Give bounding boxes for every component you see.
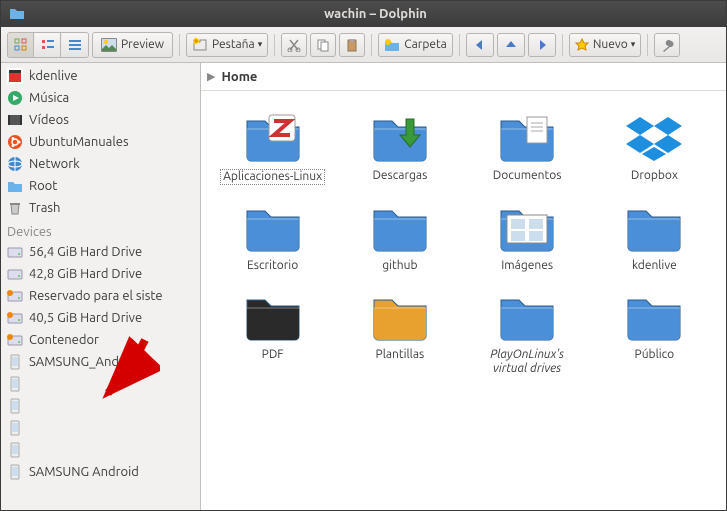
grid-item[interactable]: Escritorio [211,197,334,277]
grid-item-label: Público [635,348,675,362]
sidebar-device-item[interactable] [1,439,200,461]
compact-view-button[interactable] [35,33,61,57]
window-title: wachin – Dolphin [324,7,427,21]
sidebar-device-item[interactable]: 42,8 GiB Hard Drive [1,263,200,285]
sidebar-place-item[interactable]: Vídeos [1,109,200,131]
wrench-icon [660,38,674,52]
grid-item[interactable]: PlayOnLinux's virtual drives [466,286,589,381]
sidebar-device-item[interactable]: 56,4 GiB Hard Drive [1,241,200,263]
sidebar-item-label: Trash [29,201,60,215]
sidebar-device-item[interactable]: Reservado para el siste [1,285,200,307]
grid-item-label: Descargas [372,169,427,183]
grid-item[interactable]: Plantillas [338,286,461,381]
sidebar-device-item[interactable]: Contenedor [1,329,200,351]
toolbar: Preview Pestaña ▾ Carpeta Nuevo ▾ [1,27,726,63]
titlebar: wachin – Dolphin [1,1,726,27]
grid-item-label: PlayOnLinux's virtual drives [472,348,582,377]
details-view-button[interactable] [62,33,88,57]
breadcrumb[interactable]: ▶ Home [201,63,726,91]
preview-button[interactable]: Preview [92,32,173,58]
sidebar-device-item[interactable] [1,395,200,417]
sidebar-device-item[interactable] [1,373,200,395]
sidebar-item-label: Contenedor [29,333,99,347]
new-folder-button[interactable]: Carpeta [378,33,453,57]
sidebar-device-item[interactable]: SAMSUNG Android [1,461,200,483]
sidebar-item-label: Vídeos [29,113,69,127]
sidebar[interactable]: kdenlive Música Vídeos UbuntuManuales Networ… [1,63,201,510]
sidebar-item-label: 42,8 GiB Hard Drive [29,267,142,281]
star-icon [575,38,589,52]
grid-item-label: Documentos [493,169,562,183]
scissors-icon [287,38,301,52]
paste-icon [345,38,359,52]
sidebar-item-label: Música [29,91,69,105]
grid-item[interactable]: Documentos [466,107,589,189]
sidebar-place-item[interactable]: Network [1,153,200,175]
arrow-up-icon [503,38,519,52]
arrow-right-icon [534,38,550,52]
sidebar-item-label: SAMSUNG_Android [29,355,142,369]
icon-grid[interactable]: Aplicaciones-Linux Descargas Documentos D… [201,91,726,510]
sidebar-place-item[interactable]: UbuntuManuales [1,131,200,153]
sidebar-item-label: Network [29,157,80,171]
up-button[interactable] [497,33,525,57]
arrow-left-icon [472,38,488,52]
chevron-down-icon: ▾ [631,39,636,50]
copy-icon [316,38,330,52]
sidebar-device-item[interactable]: SAMSUNG_Android [1,351,200,373]
sidebar-place-item[interactable]: Trash [1,197,200,219]
view-mode-group [7,32,89,58]
sidebar-place-item[interactable]: Root [1,175,200,197]
folder-icon [384,38,400,52]
grid-item[interactable]: Descargas [338,107,461,189]
sidebar-place-item[interactable]: Música [1,87,200,109]
menu-button[interactable] [654,33,680,57]
sidebar-item-label: kdenlive [29,69,78,83]
grid-item[interactable]: Dropbox [593,107,716,189]
sidebar-item-label: Reservado para el siste [29,289,163,303]
tab-icon [192,38,208,52]
paste-button[interactable] [339,33,365,57]
breadcrumb-arrow-icon: ▶ [207,70,215,83]
forward-button[interactable] [528,33,556,57]
grid-item[interactable]: kdenlive [593,197,716,277]
back-button[interactable] [466,33,494,57]
grid-item-label: kdenlive [632,259,677,273]
grid-item-label: Aplicaciones-Linux [220,169,325,185]
grid-item[interactable]: Público [593,286,716,381]
sidebar-item-label: Root [29,179,57,193]
cut-button[interactable] [281,33,307,57]
sidebar-device-item[interactable]: 40,5 GiB Hard Drive [1,307,200,329]
sidebar-item-label: 56,4 GiB Hard Drive [29,245,142,259]
grid-item-label: Imágenes [501,259,553,273]
devices-header: Devices [1,219,200,241]
grid-item[interactable]: github [338,197,461,277]
grid-item-label: PDF [262,348,284,362]
main-area: ▶ Home Aplicaciones-Linux Descargas Docu… [201,63,726,510]
sidebar-item-label: 40,5 GiB Hard Drive [29,311,142,325]
breadcrumb-home[interactable]: Home [221,70,257,84]
preview-icon [101,38,117,52]
grid-item-label: github [382,259,417,273]
copy-button[interactable] [310,33,336,57]
new-tab-button[interactable]: Pestaña ▾ [186,33,268,57]
new-button[interactable]: Nuevo ▾ [569,33,641,57]
grid-item-label: Plantillas [376,348,425,362]
sidebar-item-label: SAMSUNG Android [29,465,139,479]
grid-item-label: Dropbox [631,169,678,183]
sidebar-device-item[interactable] [1,417,200,439]
chevron-down-icon: ▾ [258,39,263,50]
grid-item-label: Escritorio [247,259,298,273]
sidebar-item-label: UbuntuManuales [29,135,129,149]
icons-view-button[interactable] [8,33,34,57]
grid-item[interactable]: Aplicaciones-Linux [211,107,334,189]
sidebar-place-item[interactable]: kdenlive [1,65,200,87]
grid-item[interactable]: Imágenes [466,197,589,277]
grid-item[interactable]: PDF [211,286,334,381]
app-icon [9,6,25,22]
